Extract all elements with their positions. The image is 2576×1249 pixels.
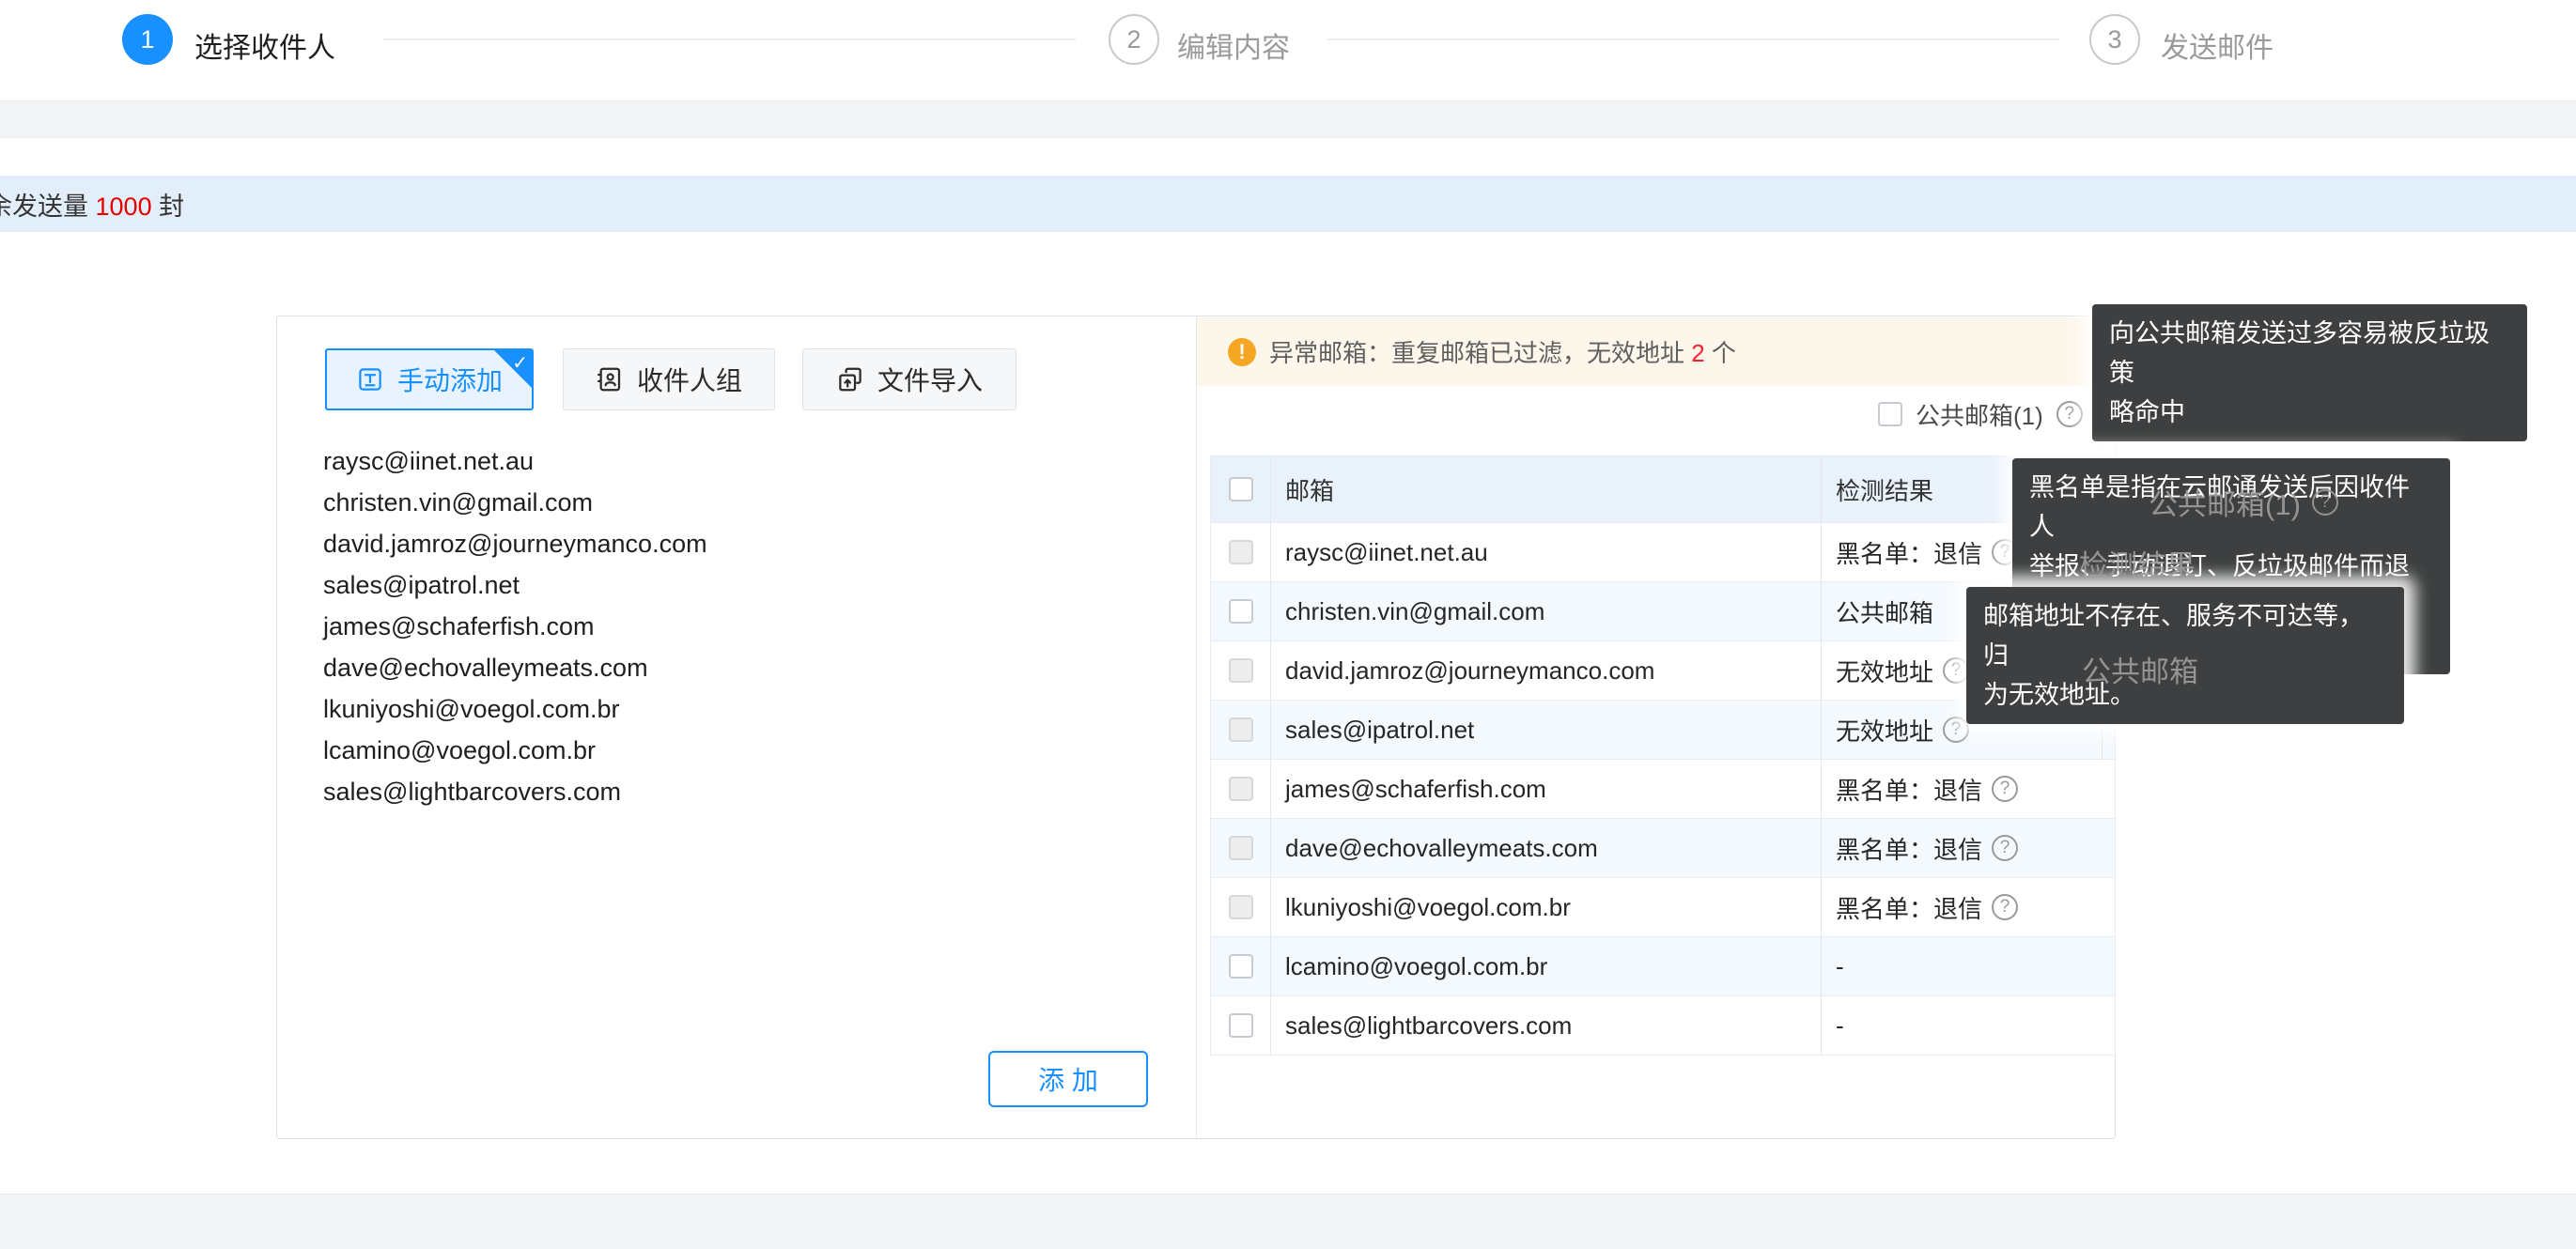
table-header: 邮箱 检测结果 <box>1211 456 2115 522</box>
step-connector <box>1327 39 2059 40</box>
top-grey-band <box>0 100 2576 138</box>
table-row: dave@echovalleymeats.com黑名单：退信? <box>1211 818 2115 877</box>
row-checkbox <box>1229 540 1253 564</box>
tab-manual-add[interactable]: 手动添加 ✓ <box>325 348 534 410</box>
public-mailbox-filter: 公共邮箱(1) ? <box>1878 395 2083 433</box>
step-connector <box>383 39 1076 40</box>
table-row: lcamino@voegol.com.br- <box>1211 936 2115 995</box>
ghost-public-mailbox-header: 公共邮箱(1)? <box>2149 481 2338 523</box>
help-icon[interactable]: ? <box>1992 894 2018 920</box>
row-email: james@schaferfish.com <box>1270 760 1821 818</box>
email-column-header: 邮箱 <box>1270 456 1821 522</box>
quota-bar: 余发送量 1000 封 <box>0 176 2576 232</box>
email-line: david.jamroz@journeymanco.com <box>323 523 1131 564</box>
help-icon[interactable]: ? <box>1992 835 2018 861</box>
row-checkbox <box>1229 717 1253 742</box>
table-row: lkuniyoshi@voegol.com.br黑名单：退信? <box>1211 877 2115 936</box>
warning-text: 异常邮箱：重复邮箱已过滤，无效地址 2 个 <box>1269 334 1736 369</box>
tab-file-import[interactable]: 文件导入 <box>802 348 1016 410</box>
email-line: sales@ipatrol.net <box>323 564 1131 606</box>
help-icon: ? <box>2312 489 2338 516</box>
help-icon[interactable]: ? <box>1943 657 1969 684</box>
table-row: sales@lightbarcovers.com- <box>1211 995 2115 1056</box>
row-check-result: 黑名单：退信? <box>1821 760 2115 818</box>
email-line: dave@echovalleymeats.com <box>323 647 1131 688</box>
contacts-icon <box>596 365 624 393</box>
row-checkbox[interactable] <box>1229 1013 1253 1038</box>
row-email: lcamino@voegol.com.br <box>1270 937 1821 995</box>
quota-text: 余发送量 1000 封 <box>0 186 184 223</box>
row-checkbox[interactable] <box>1229 954 1253 979</box>
file-import-icon <box>836 365 864 393</box>
row-check-result: 黑名单：退信? <box>1821 819 2115 877</box>
row-email: sales@lightbarcovers.com <box>1270 996 1821 1055</box>
bottom-grey-band <box>0 1194 2576 1249</box>
bulk-mail-recipient-page: 1 选择收件人 2 编辑内容 3 发送邮件 余发送量 1000 封 手动添加 ✓ <box>0 0 2576 1249</box>
table-row: james@schaferfish.com黑名单：退信? <box>1211 759 2115 818</box>
check-result-table: 邮箱 检测结果 raysc@iinet.net.au黑名单：退信?christe… <box>1210 455 2116 1056</box>
step-2-circle: 2 <box>1109 14 1159 65</box>
row-email: david.jamroz@journeymanco.com <box>1270 641 1821 700</box>
invalid-count: 2 <box>1691 339 1704 367</box>
row-check-result: - <box>1821 996 2115 1055</box>
help-icon[interactable]: ? <box>2056 401 2083 427</box>
row-email: raysc@iinet.net.au <box>1270 523 1821 581</box>
ghost-public-mailbox-cell: 公共邮箱 <box>2082 648 2198 690</box>
row-checkbox <box>1229 895 1253 919</box>
row-check-result: 黑名单：退信? <box>1821 878 2115 936</box>
quota-value: 1000 <box>96 193 152 221</box>
email-line: lcamino@voegol.com.br <box>323 730 1131 771</box>
tab-file-import-label: 文件导入 <box>877 361 983 398</box>
tooltip-public-mailbox: 向公共邮箱发送过多容易被反垃圾策 略命中 <box>2092 304 2527 441</box>
tab-recipient-group[interactable]: 收件人组 <box>563 348 775 410</box>
row-email: dave@echovalleymeats.com <box>1270 819 1821 877</box>
abnormal-warning-bar: ! 异常邮箱：重复邮箱已过滤，无效地址 2 个 <box>1197 317 2116 386</box>
help-icon[interactable]: ? <box>1943 717 1969 743</box>
email-line: raysc@iinet.net.au <box>323 440 1131 482</box>
email-line: lkuniyoshi@voegol.com.br <box>323 688 1131 730</box>
step-1-circle: 1 <box>122 14 173 65</box>
row-checkbox <box>1229 836 1253 860</box>
check-icon: ✓ <box>512 351 528 375</box>
row-email: sales@ipatrol.net <box>1270 701 1821 759</box>
email-line: sales@lightbarcovers.com <box>323 771 1131 812</box>
public-mailbox-checkbox[interactable] <box>1878 402 1902 426</box>
select-all-checkbox[interactable] <box>1229 477 1253 501</box>
add-button[interactable]: 添 加 <box>988 1051 1148 1107</box>
step-3-circle: 3 <box>2089 14 2140 65</box>
warning-icon: ! <box>1228 338 1256 366</box>
tab-recipient-group-label: 收件人组 <box>637 361 742 398</box>
step-3-label: 发送邮件 <box>2161 24 2273 66</box>
email-input-area[interactable]: raysc@iinet.net.auchristen.vin@gmail.com… <box>323 440 1131 1041</box>
panel-divider <box>1196 316 1197 1138</box>
public-mailbox-label: 公共邮箱(1) <box>1916 397 2043 432</box>
table-row: raysc@iinet.net.au黑名单：退信? <box>1211 522 2115 581</box>
ghost-result-header: 检测结果 <box>2079 542 2196 584</box>
manual-input-icon <box>356 365 384 393</box>
email-line: christen.vin@gmail.com <box>323 482 1131 523</box>
email-line: james@schaferfish.com <box>323 606 1131 647</box>
row-checkbox <box>1229 777 1253 801</box>
row-check-result: - <box>1821 937 2115 995</box>
row-email: lkuniyoshi@voegol.com.br <box>1270 878 1821 936</box>
row-checkbox[interactable] <box>1229 599 1253 624</box>
tab-manual-add-label: 手动添加 <box>397 361 503 398</box>
recipients-card: 手动添加 ✓ 收件人组 文件 <box>276 316 2116 1139</box>
row-email: christen.vin@gmail.com <box>1270 582 1821 640</box>
help-icon[interactable]: ? <box>1992 776 2018 802</box>
row-checkbox <box>1229 658 1253 683</box>
step-2-label: 编辑内容 <box>1177 24 1290 66</box>
step-1-label: 选择收件人 <box>194 24 335 66</box>
